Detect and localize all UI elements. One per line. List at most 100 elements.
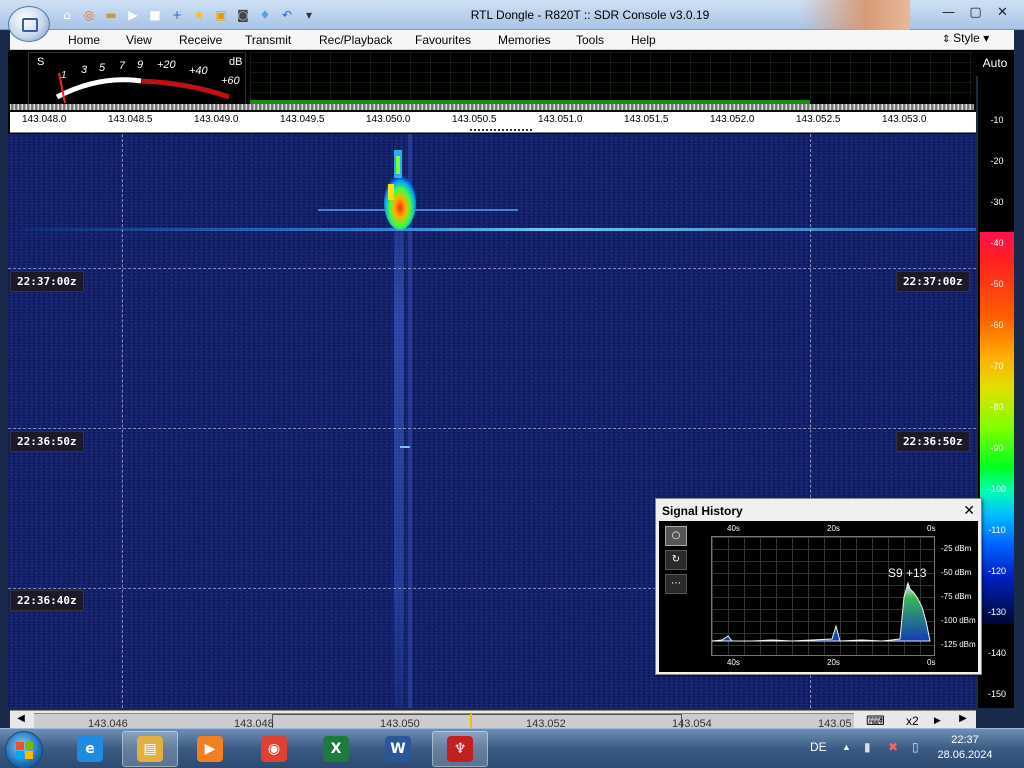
language-indicator[interactable]: DE: [810, 740, 827, 754]
undo-icon[interactable]: ↶: [278, 6, 296, 24]
time-tick: 0s: [927, 524, 936, 533]
frequency-scroll-track[interactable]: 143.046 143.048 143.050 143.052 143.054 …: [34, 713, 854, 732]
record-button[interactable]: ○: [665, 526, 687, 546]
network-icon[interactable]: ✖: [888, 740, 898, 754]
minimize-button[interactable]: —: [935, 2, 962, 22]
title-decoration: [800, 0, 910, 30]
signal-history-title: Signal History: [662, 504, 743, 518]
play-icon[interactable]: ▶: [124, 6, 142, 24]
level-label: -80: [990, 402, 1004, 412]
taskbar-word[interactable]: W: [370, 731, 426, 767]
time-label-right: 22:37:00z: [896, 271, 970, 292]
zoom-selector[interactable]: x2: [906, 714, 919, 728]
folder-icon[interactable]: ▬: [102, 6, 120, 24]
menu-favourites[interactable]: Favourites: [415, 33, 471, 47]
level-label: -40: [990, 238, 1004, 248]
app-logo-icon: [22, 18, 38, 32]
quick-access-toolbar: ⌂ ◎ ▬ ▶ ■ + ★ ▣ ◙ ♦ ↶ ▾: [58, 6, 318, 24]
dbm-label: -100 dBm: [941, 616, 976, 625]
level-label: -30: [990, 197, 1004, 207]
taskbar-media-player[interactable]: ▶: [182, 731, 238, 767]
s-meter-tick: 7: [119, 60, 126, 72]
ruler-handle[interactable]: [10, 128, 976, 133]
s-meter-tick: 5: [99, 62, 106, 74]
level-label: -150: [987, 689, 1006, 699]
media-player-icon: ▶: [197, 736, 223, 762]
menu-rec-playback[interactable]: Rec/Playback: [319, 33, 392, 47]
carrier-line: [22, 228, 976, 231]
close-button[interactable]: ✕: [989, 2, 1016, 22]
taskbar-excel[interactable]: X: [308, 731, 364, 767]
spectrum-display[interactable]: [250, 52, 972, 102]
time-gridline: [8, 428, 976, 429]
menu-tools[interactable]: Tools: [576, 33, 604, 47]
start-button[interactable]: [5, 731, 43, 768]
chevron-down-icon: ▾: [983, 31, 990, 45]
maximize-button[interactable]: ▢: [962, 2, 989, 22]
app-menu-button[interactable]: [8, 6, 50, 42]
clock-time: 22:37: [951, 734, 979, 746]
ruler-grip[interactable]: [470, 129, 534, 131]
keyboard-icon[interactable]: ⌨: [866, 713, 885, 729]
s-meter-tick: 1: [61, 70, 67, 81]
clock[interactable]: 22:37 28.06.2024: [930, 733, 1000, 763]
dbm-label: -25 dBm: [941, 544, 972, 553]
safe-remove-icon[interactable]: ▮: [864, 740, 871, 754]
scroll-right-button[interactable]: ▶: [954, 713, 972, 729]
frequency-tick: 143.049.0: [194, 114, 239, 125]
level-label: -60: [990, 320, 1004, 330]
camera-icon[interactable]: ◙: [234, 6, 252, 24]
style-menu[interactable]: ⇕ Style ▾: [942, 31, 989, 45]
reset-button[interactable]: ↻: [665, 550, 687, 570]
menu-home[interactable]: Home: [68, 33, 100, 47]
frequency-tick: 143.050.0: [366, 114, 411, 125]
close-icon[interactable]: ✕: [963, 502, 975, 519]
chrome-icon: ◉: [261, 736, 287, 762]
s-meter-tick: +60: [221, 75, 240, 87]
star-icon[interactable]: ★: [190, 6, 208, 24]
dropdown-icon[interactable]: ▾: [300, 6, 318, 24]
level-label: -90: [990, 443, 1004, 453]
zoom-next-button[interactable]: ▶: [934, 715, 941, 726]
menu-view[interactable]: View: [126, 33, 152, 47]
taskbar-sdr-console[interactable]: ♆: [432, 731, 488, 767]
spectrum-trace: [10, 104, 974, 110]
time-tick: 40s: [727, 658, 740, 667]
time-tick: 0s: [927, 658, 936, 667]
taskbar-file-explorer[interactable]: ▤: [122, 731, 178, 767]
more-button[interactable]: ⋯: [665, 574, 687, 594]
style-label: Style: [953, 31, 980, 45]
window-controls: — ▢ ✕: [935, 2, 1016, 22]
time-label-right: 22:36:50z: [896, 431, 970, 452]
menu-receive[interactable]: Receive: [179, 33, 222, 47]
taskbar: e ▤ ▶ ◉ X W ♆ DE ▲ ▮ ✖ ▯: [0, 728, 1024, 768]
taskbar-chrome[interactable]: ◉: [246, 731, 302, 767]
add-icon[interactable]: +: [168, 6, 186, 24]
tray-expand-icon[interactable]: ▲: [842, 742, 851, 752]
menu-transmit[interactable]: Transmit: [245, 33, 291, 47]
time-gridline: [8, 268, 976, 269]
level-label: -140: [987, 648, 1006, 658]
frequency-tick: 143.053.0: [882, 114, 927, 125]
stop-icon[interactable]: ■: [146, 6, 164, 24]
time-tick: 40s: [727, 524, 740, 533]
lock-icon[interactable]: ▣: [212, 6, 230, 24]
show-desktop-icon[interactable]: ▯: [912, 740, 919, 754]
file-explorer-icon: ▤: [137, 736, 163, 762]
frequency-ruler[interactable]: 143.048.0 143.048.5 143.049.0 143.049.5 143.…: [10, 112, 976, 128]
menu-memories[interactable]: Memories: [498, 33, 551, 47]
taskbar-internet-explorer[interactable]: e: [62, 731, 118, 767]
menu-help[interactable]: Help: [631, 33, 656, 47]
dbm-label: -50 dBm: [941, 568, 972, 577]
frequency-tick: 143.052.0: [710, 114, 755, 125]
drop-icon[interactable]: ♦: [256, 6, 274, 24]
frequency-tick: 143.049.5: [280, 114, 325, 125]
scroll-left-button[interactable]: ◀: [12, 713, 30, 729]
auto-level-button[interactable]: Auto: [976, 50, 1014, 76]
weak-signal: [400, 446, 410, 448]
level-label: -130: [987, 607, 1006, 617]
time-tick: 20s: [827, 524, 840, 533]
time-label-left: 22:36:40z: [10, 590, 84, 611]
lifebuoy-icon[interactable]: ◎: [80, 6, 98, 24]
home-icon[interactable]: ⌂: [58, 6, 76, 24]
